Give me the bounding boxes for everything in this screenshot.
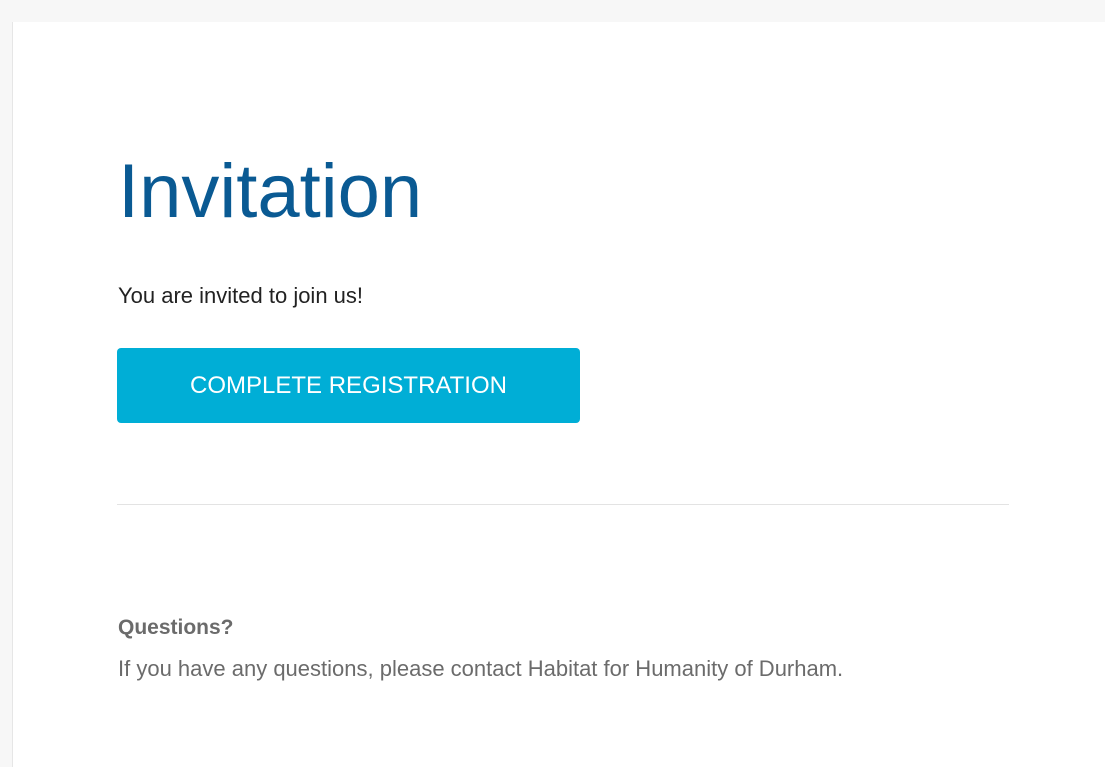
questions-heading: Questions? — [118, 616, 234, 639]
page-title: Invitation — [118, 149, 423, 234]
email-page: Invitation You are invited to join us! C… — [0, 0, 1105, 767]
section-divider — [117, 504, 1009, 505]
questions-body: If you have any questions, please contac… — [118, 656, 844, 681]
complete-registration-button[interactable]: COMPLETE REGISTRATION — [117, 348, 580, 423]
email-card: Invitation You are invited to join us! C… — [12, 22, 1105, 767]
invitation-message: You are invited to join us! — [118, 283, 364, 308]
